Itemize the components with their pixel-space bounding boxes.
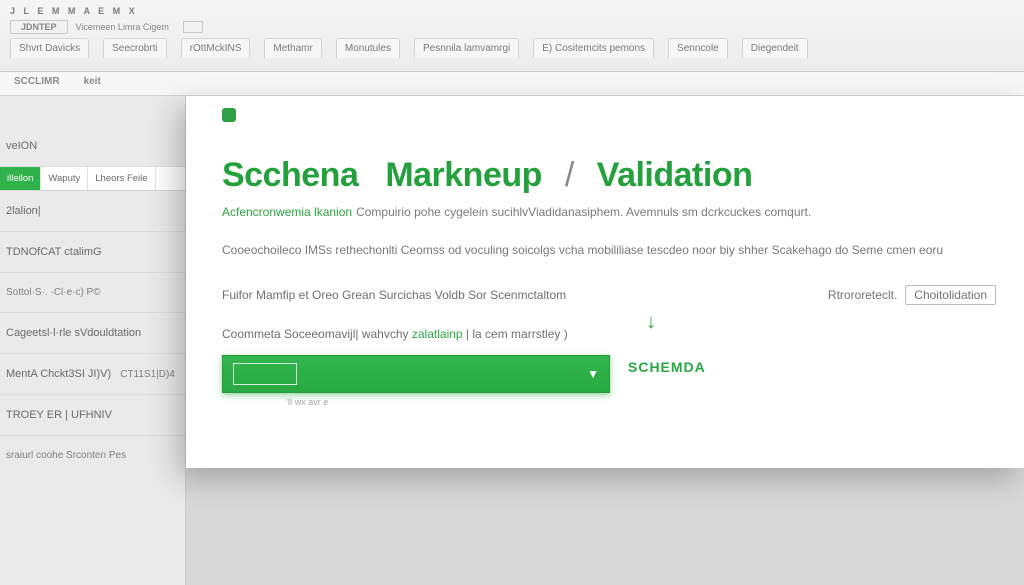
sidebar-item-5[interactable]: Cageetsl·l·rle sVdouldtation [0, 313, 185, 354]
body-row-2: Fuifor Mamfip et Oreo Grean Surcichas Vo… [222, 285, 996, 305]
body2-left: Fuifor Mamfip et Oreo Grean Surcichas Vo… [222, 288, 566, 302]
subheading: Acfencronwemia lkanion Compuirio pohe cy… [222, 205, 996, 219]
sidebar-item-8[interactable]: sraiurl coohe Srconten Pes [0, 436, 185, 475]
tiny-footer-text: 'Il wx avr e [286, 397, 996, 407]
ribbon-menu: Shvrt Davicks Seecrobrti rOttMckINS Meth… [10, 38, 1014, 58]
sidebar-subtabs: illeilon Waputy Lheors Feile [0, 167, 185, 191]
ribbon-pill[interactable]: JDNTEP [10, 20, 68, 34]
body3-b: zalatlainp [412, 327, 463, 341]
arrow-down-icon: ↓ [646, 311, 656, 334]
ribbon-box-icon [183, 21, 203, 33]
secondbar-a: SCCLIMR [14, 76, 60, 91]
ribbon-subline: JDNTEP Vicemeen Limra Cigem [10, 20, 1014, 34]
sidebar-subtab-0[interactable]: illeilon [0, 167, 41, 190]
subheading-a: Acfencronwemia lkanion [222, 205, 352, 219]
body-row-3: Coommeta Soceeomavijl| wahvchy zalatlain… [222, 327, 996, 341]
body2-right-badge[interactable]: Choitolidation [905, 285, 996, 305]
sidebar: veION illeilon Waputy Lheors Feile 2lali… [0, 96, 186, 585]
menu-item-5[interactable]: Pesnnila lamvamrgi [414, 38, 519, 58]
body-text-1: Cooeochoileco IMSs rethechonlti Ceomss o… [222, 243, 996, 257]
body3-c: | la cem marrstley ) [466, 327, 568, 341]
menu-item-0[interactable]: Shvrt Davicks [10, 38, 89, 58]
app-title: J L E M M A E M X [10, 6, 1014, 16]
menu-item-3[interactable]: Methamr [264, 38, 321, 58]
sidebar-item-6-a: MentA Chckt3SI JI)V) [6, 368, 111, 380]
headline-c: Validation [597, 156, 753, 194]
headline-a: Scchena [222, 156, 358, 194]
ribbon-subtext: Vicemeen Limra Cigem [76, 22, 169, 32]
body2-right-a: Rtrororeteclt. [828, 288, 897, 302]
sidebar-item-6[interactable]: MentA Chckt3SI JI)V) CT11S1|D)4 [0, 354, 185, 395]
subheading-b: Compuirio pohe cygelein sucihlvViadidana… [356, 205, 811, 219]
headline: Scchena Markneup / Validation [222, 156, 996, 195]
dropdown-bar[interactable]: ▼ [222, 355, 610, 393]
sidebar-item-7[interactable]: TROEY ER | UFHNIV [0, 395, 185, 436]
menu-item-7[interactable]: Senncole [668, 38, 728, 58]
body2-right: Rtrororeteclt. Choitolidation [828, 285, 996, 305]
headline-b: Markneup [385, 156, 542, 194]
sidebar-subtab-1[interactable]: Waputy [41, 167, 88, 190]
sidebar-item-3[interactable]: TDNOfCAT ctalimG [0, 232, 185, 273]
ribbon: J L E M M A E M X JDNTEP Vicemeen Limra … [0, 0, 1024, 72]
caret-down-icon: ▼ [587, 367, 599, 381]
sidebar-subtab-2[interactable]: Lheors Feile [88, 167, 155, 190]
main-card: Scchena Markneup / Validation Acfencronw… [186, 96, 1024, 468]
menu-item-1[interactable]: Seecrobrti [103, 38, 167, 58]
secondbar-b: keit [84, 76, 101, 91]
menu-item-2[interactable]: rOttMckINS [181, 38, 251, 58]
sidebar-item-4[interactable]: Sottol·S·. ·Cl·e·c) P© [0, 273, 185, 313]
dropdown-input[interactable] [233, 363, 297, 385]
sidebar-item-0[interactable]: veION [0, 126, 185, 167]
sidebar-item-2[interactable]: 2lalion| [0, 191, 185, 232]
schema-label: SCHEMDA [628, 359, 706, 375]
sidebar-item-6-b: CT11S1|D)4 [120, 369, 175, 380]
brand-badge-icon [222, 108, 236, 122]
body3-a: Coommeta Soceeomavijl| wahvchy [222, 327, 409, 341]
menu-item-8[interactable]: Diegendeit [742, 38, 808, 58]
menu-item-4[interactable]: Monutules [336, 38, 400, 58]
menu-item-6[interactable]: E) Cositemcits pemons [533, 38, 654, 58]
headline-sep: / [565, 156, 574, 194]
second-bar: SCCLIMR keit [0, 72, 1024, 96]
